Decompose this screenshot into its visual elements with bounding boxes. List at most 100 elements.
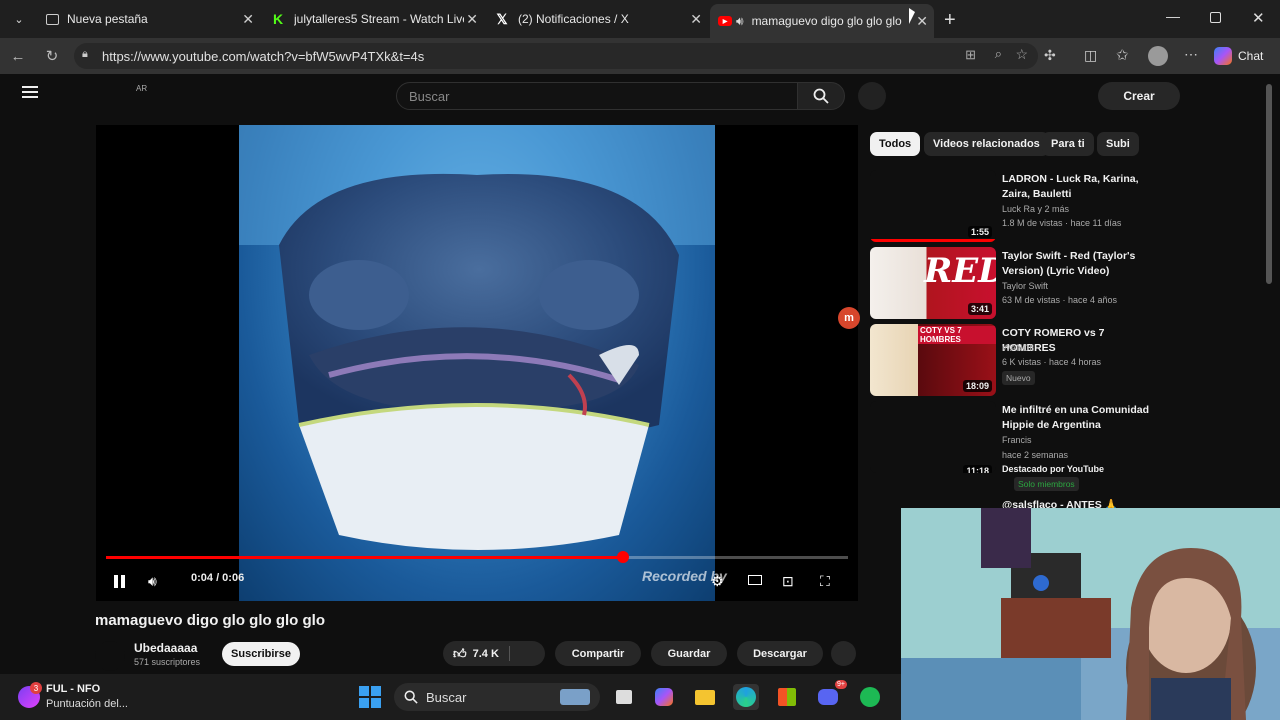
webcam-overlay: [901, 508, 1280, 720]
duration-badge: 3:41: [967, 303, 992, 315]
extension-floating-icon[interactable]: m: [838, 307, 860, 329]
close-icon[interactable]: ✕: [916, 13, 928, 30]
search-input[interactable]: Buscar: [396, 82, 798, 110]
tab-kick-stream[interactable]: K julytalleres5 Stream - Watch Live o ✕: [262, 4, 484, 34]
download-button[interactable]: Descargar: [737, 641, 823, 666]
chat-label: Chat: [1238, 49, 1264, 63]
thumbs-up-icon: 👍︎: [453, 645, 467, 661]
video-thumbnail[interactable]: 1:55: [870, 170, 996, 242]
miniplayer-icon[interactable]: [748, 575, 762, 585]
hamburger-menu-icon[interactable]: [22, 86, 38, 98]
app-install-icon[interactable]: ⊞: [965, 47, 976, 63]
video-frame[interactable]: [239, 125, 715, 601]
copilot-icon[interactable]: [651, 684, 677, 710]
recommendation-meta: 6 K vistas · hace 4 horas: [1002, 357, 1102, 367]
notification-title: FUL - NFO: [46, 683, 101, 695]
voice-search-button[interactable]: [858, 82, 886, 110]
favorites-icon[interactable]: ✩: [1116, 46, 1129, 64]
progress-bar[interactable]: [106, 551, 848, 563]
ms-store-icon[interactable]: [774, 684, 800, 710]
split-screen-icon[interactable]: ◫: [1084, 47, 1097, 64]
subscriber-count: 571 suscriptores: [134, 657, 201, 667]
search-icon: [404, 690, 418, 704]
reload-icon[interactable]: ↻: [42, 46, 62, 66]
close-icon[interactable]: ✕: [242, 11, 254, 28]
channel-avatar[interactable]: [95, 641, 125, 671]
recommendation-channel: Luck Ra y 2 más: [1002, 204, 1070, 214]
video-player[interactable]: 🔊︎ 0:04 / 0:06 Recorded by ⚙ ⊡ ⛶: [96, 125, 858, 601]
save-button[interactable]: Guardar: [651, 641, 727, 666]
cast-icon[interactable]: ⊡: [782, 573, 794, 590]
video-thumbnail[interactable]: COTY VS 7 HOMBRES 18:09: [870, 324, 996, 396]
tab-youtube[interactable]: ▶ 🔊︎ mamaguevo digo glo glo glo ✕: [710, 4, 934, 38]
mouse-cursor: [909, 8, 915, 24]
extensions-icon[interactable]: ✣: [1044, 47, 1056, 64]
recommendation-item[interactable]: COTY VS 7 HOMBRES 18:09 COTY ROMERO vs 7…: [870, 324, 1160, 396]
tab-new-tab[interactable]: Nueva pestaña ✕: [38, 4, 260, 34]
scrollbar[interactable]: [1266, 84, 1272, 284]
share-button[interactable]: Compartir: [555, 641, 641, 666]
time-display: 0:04 / 0:06: [191, 572, 245, 584]
duration-badge: 18:09: [962, 380, 992, 392]
close-icon[interactable]: ✕: [690, 11, 702, 28]
task-view-icon[interactable]: [611, 684, 637, 710]
spotify-icon[interactable]: [857, 684, 883, 710]
tab-label: mamaguevo digo glo glo glo: [751, 14, 902, 28]
recommendation-item[interactable]: 1:55 LADRON - Luck Ra, Karina, Zaira, Ba…: [870, 170, 1160, 242]
watch-progress: [870, 239, 996, 242]
more-menu-icon[interactable]: ⋯: [1184, 46, 1198, 63]
share-label: Compartir: [571, 647, 625, 660]
taskbar-search[interactable]: Buscar: [394, 683, 600, 711]
minimize-icon[interactable]: —: [1166, 8, 1180, 24]
recommendation-channel: WANDII: [1002, 343, 1035, 353]
country-code: AR: [136, 84, 148, 93]
close-icon[interactable]: ✕: [466, 11, 478, 28]
speaker-icon[interactable]: 🔊︎: [736, 14, 744, 29]
pause-icon[interactable]: [112, 574, 126, 588]
recommendation-title: Me infiltré en una Comunidad Hippie de A…: [1002, 404, 1150, 431]
recommendation-item[interactable]: 11:18 Me infiltré en una Comunidad Hippi…: [870, 401, 1160, 491]
new-tab-plus-icon[interactable]: +: [944, 9, 956, 32]
close-window-icon[interactable]: ✕: [1252, 9, 1265, 27]
url-field[interactable]: 🔒︎ https://www.youtube.com/watch?v=bfW5w…: [74, 43, 1038, 69]
chip-related[interactable]: Videos relacionados: [924, 132, 1049, 156]
more-actions-button[interactable]: [831, 641, 856, 666]
site-info-icon[interactable]: 🔒︎: [82, 48, 88, 61]
settings-gear-icon[interactable]: ⚙: [711, 573, 724, 590]
file-explorer-icon[interactable]: [692, 684, 718, 710]
like-button[interactable]: 👍︎ 7.4 K: [443, 641, 545, 666]
channel-name[interactable]: Ubedaaaaa: [134, 641, 197, 655]
tab-x-notifications[interactable]: 𝕏 (2) Notificaciones / X ✕: [486, 4, 708, 34]
volume-icon[interactable]: 🔊︎: [148, 573, 157, 590]
recommendation-item[interactable]: RED 3:41 Taylor Swift - Red (Taylor's Ve…: [870, 247, 1160, 319]
fullscreen-icon[interactable]: ⛶: [820, 573, 830, 590]
x-icon: 𝕏: [496, 10, 508, 27]
chip-todos[interactable]: Todos: [870, 132, 921, 156]
search-button[interactable]: [797, 82, 845, 110]
tab-list-chevron-icon[interactable]: ⌄: [10, 10, 28, 28]
recommendation-channel: Francis: [1002, 435, 1032, 445]
windows-taskbar: 3 FUL - NFO Puntuación del... Buscar 9+: [0, 674, 901, 720]
featured-label: Destacado por YouTube: [1002, 464, 1105, 474]
webcam-image: [901, 508, 1280, 720]
zoom-icon[interactable]: ⌕: [995, 46, 1002, 62]
chip-for-you[interactable]: Para ti: [1042, 132, 1094, 156]
restore-icon[interactable]: [1210, 12, 1221, 23]
kick-icon: K: [272, 11, 284, 27]
copilot-chat-button[interactable]: Chat: [1214, 46, 1263, 66]
address-bar: ← ↻ 🔒︎ https://www.youtube.com/watch?v=b…: [0, 38, 1280, 74]
chip-uploaded[interactable]: Subi: [1097, 132, 1139, 156]
windows-start-icon[interactable]: [357, 684, 383, 710]
video-thumbnail[interactable]: 11:18: [870, 401, 996, 473]
back-arrow-icon[interactable]: ←: [8, 46, 28, 66]
create-button[interactable]: Crear: [1098, 82, 1180, 110]
discord-icon[interactable]: 9+: [815, 680, 847, 710]
copilot-icon: [1214, 47, 1232, 65]
edge-browser-icon[interactable]: [733, 684, 759, 710]
profile-avatar[interactable]: [1148, 46, 1168, 66]
favorite-star-icon[interactable]: ☆: [1015, 46, 1028, 63]
tab-label: (2) Notificaciones / X: [518, 12, 629, 26]
notification-widget[interactable]: 3 FUL - NFO Puntuación del...: [18, 680, 198, 714]
subscribe-button[interactable]: Suscribirse: [222, 642, 300, 666]
video-thumbnail[interactable]: RED 3:41: [870, 247, 996, 319]
